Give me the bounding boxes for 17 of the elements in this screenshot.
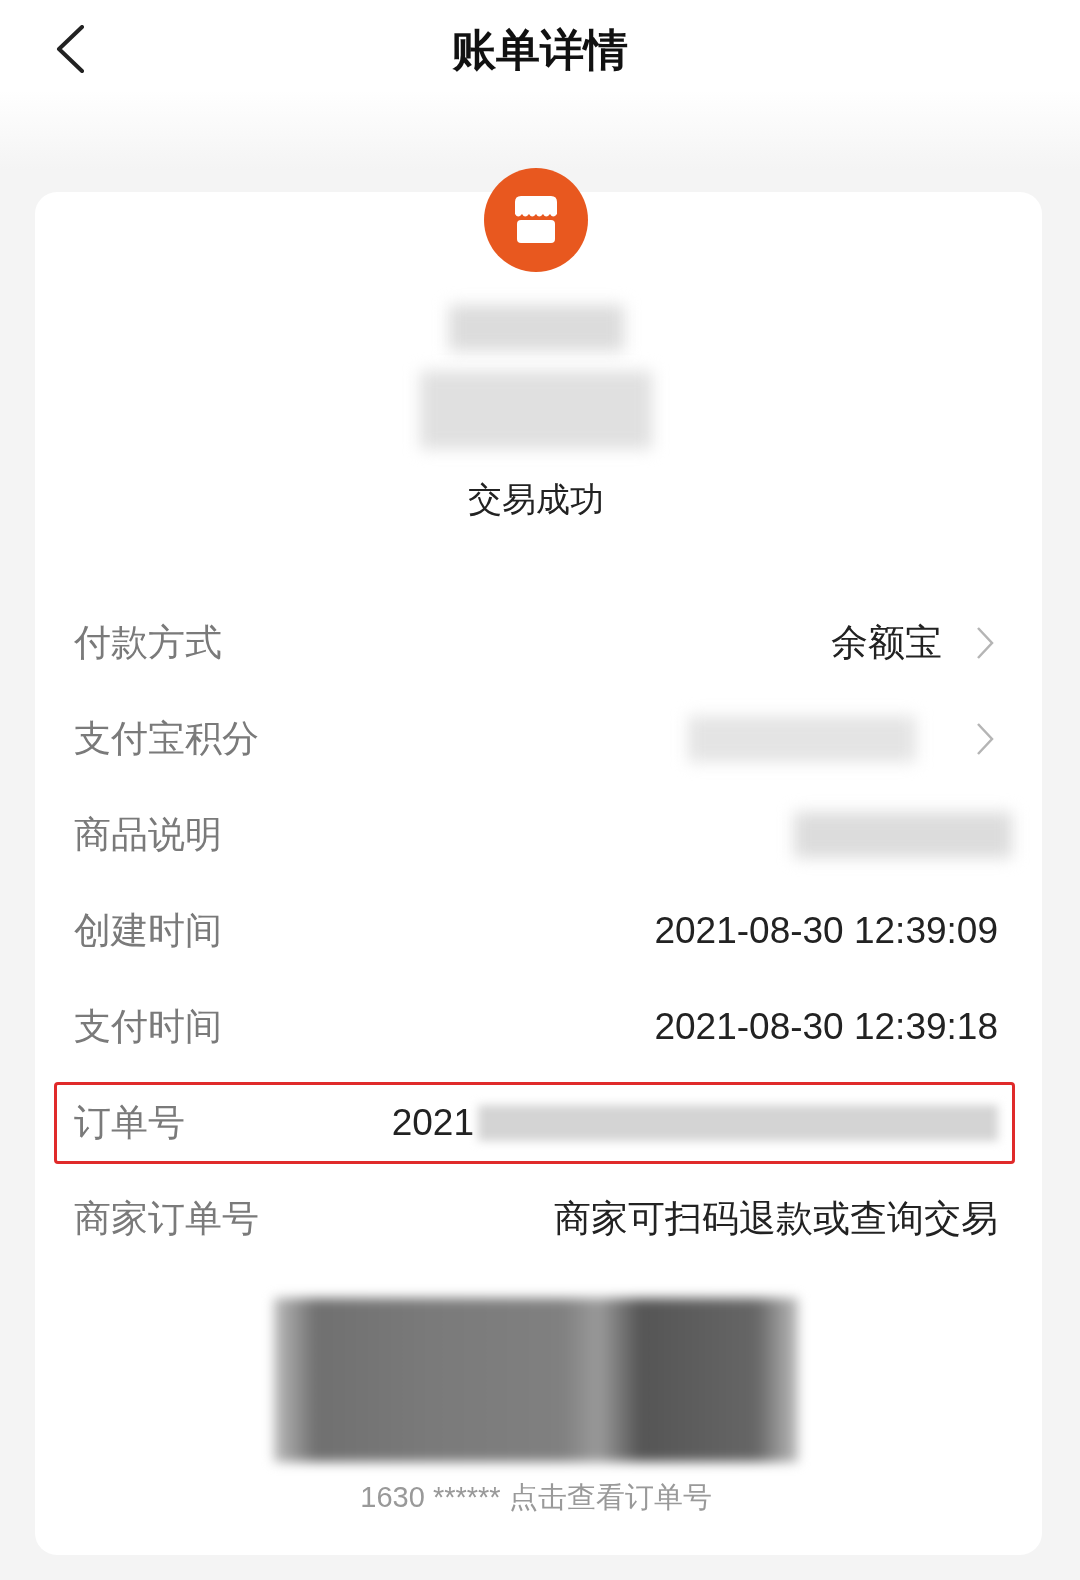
row-label: 商品说明: [74, 813, 222, 857]
page-title: 账单详情: [452, 23, 628, 76]
blurred-barcode[interactable]: [274, 1298, 798, 1462]
row-label: 付款方式: [74, 621, 222, 665]
row-value: 余额宝: [831, 621, 942, 665]
status-text: 交易成功: [468, 479, 604, 520]
row-label: 商家订单号: [74, 1197, 259, 1241]
row-value: 商家可扫码退款或查询交易: [554, 1197, 998, 1241]
back-icon[interactable]: [55, 25, 85, 73]
row-label: 订单号: [74, 1101, 185, 1145]
row-label: 支付时间: [74, 1005, 222, 1049]
row-value: 2021-08-30 12:39:09: [654, 910, 998, 952]
row-label: 创建时间: [74, 909, 222, 953]
barcode-caption[interactable]: 1630 ****** 点击查看订单号: [360, 1478, 712, 1518]
row-value: 2021-08-30 12:39:18: [654, 1006, 998, 1048]
row-label: 支付宝积分: [74, 717, 259, 761]
row-value: 2021: [391, 1102, 474, 1144]
